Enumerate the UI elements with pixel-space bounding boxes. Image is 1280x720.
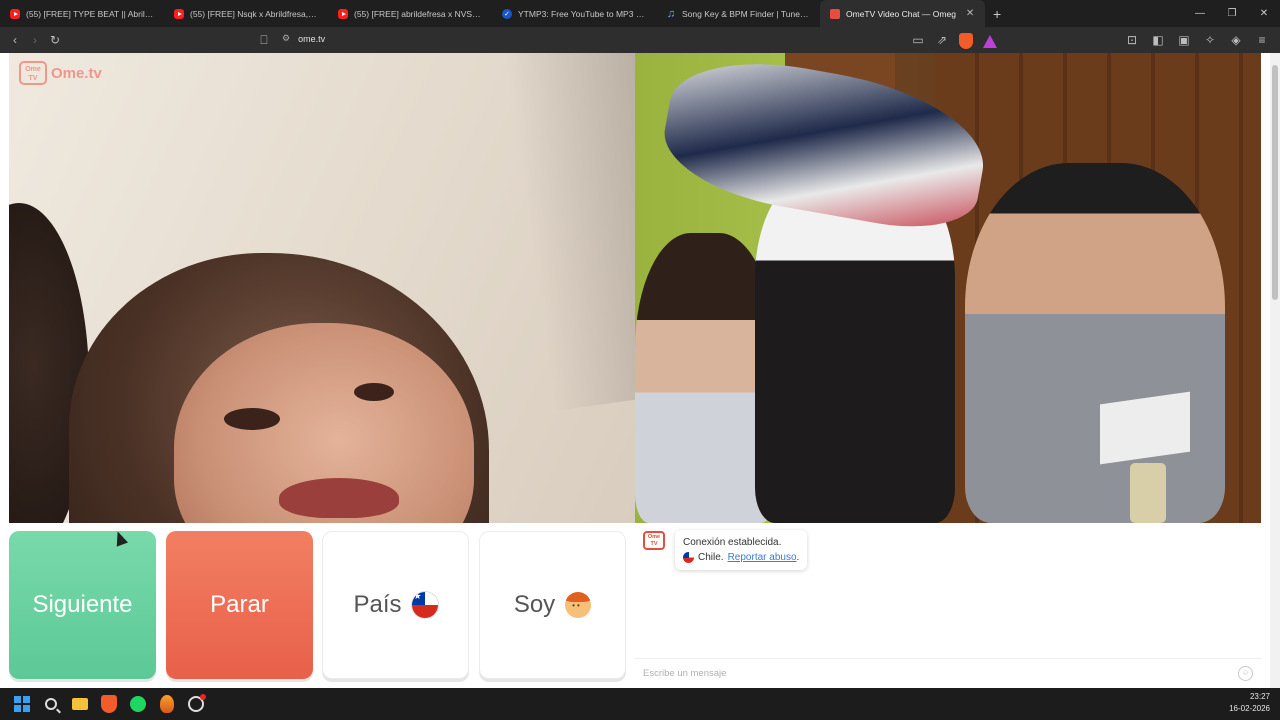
scrollbar-thumb[interactable] xyxy=(1272,65,1278,300)
stranger-country: Chile. xyxy=(698,552,724,563)
clock-date: 16-02-2026 xyxy=(1229,704,1270,713)
window-controls: — ❐ ✕ xyxy=(1184,0,1280,27)
fl-studio-icon xyxy=(159,695,174,713)
tab-title: OmeTV Video Chat — Omeg xyxy=(846,8,956,19)
brave-shields-icon[interactable] xyxy=(956,30,976,50)
toolbar-right: ⊡ ◧ ▣ ✧ ◈ ≡ xyxy=(1122,30,1272,50)
taskbar-obs[interactable] xyxy=(181,690,210,719)
ytmp3-icon xyxy=(502,8,512,19)
brave-icon xyxy=(100,695,117,713)
new-tab-button[interactable]: + xyxy=(985,6,1009,22)
taskbar-spotify[interactable] xyxy=(123,690,152,719)
tab-title: Song Key & BPM Finder | Tunebat xyxy=(682,8,810,19)
youtube-icon xyxy=(338,8,348,19)
cast-icon[interactable]: ▭ xyxy=(908,30,928,50)
windows-taskbar: 23:27 16-02-2026 xyxy=(0,688,1280,720)
back-icon[interactable]: ‹ xyxy=(5,30,25,50)
chat-panel: Ome TV Conexión establecida. Chile. Repo… xyxy=(635,523,1261,688)
brave-rewards-icon[interactable] xyxy=(980,30,1000,50)
search-icon xyxy=(44,698,57,710)
ometv-logo: Ome TV Ome.tv xyxy=(19,61,102,85)
ometv-chat-icon: Ome TV xyxy=(643,531,665,550)
taskbar-fl-studio[interactable] xyxy=(152,690,181,719)
next-button-label: Siguiente xyxy=(32,591,133,618)
spotify-icon xyxy=(129,696,146,712)
tab-youtube-1[interactable]: (55) [FREE] TYPE BEAT || Abrildefresa xyxy=(0,0,164,27)
tab-strip: (55) [FREE] TYPE BEAT || Abrildefresa (5… xyxy=(0,0,1280,27)
gender-button-label: Soy xyxy=(513,591,556,618)
toolbar-extensions: ▭ ⇗ xyxy=(908,30,1000,50)
logo-tv-icon: Ome TV xyxy=(19,61,47,85)
close-tab-icon[interactable]: ✕ xyxy=(966,8,974,19)
minimize-button[interactable]: — xyxy=(1184,8,1216,19)
stranger-video xyxy=(9,53,635,523)
obs-icon xyxy=(187,694,206,712)
share-icon[interactable]: ⇗ xyxy=(932,30,952,50)
music-note-icon: ♫ xyxy=(666,7,676,20)
logo-text: Ome.tv xyxy=(51,64,102,82)
clock-time: 23:27 xyxy=(1249,692,1270,701)
forward-icon[interactable]: › xyxy=(25,30,45,50)
next-button[interactable]: Siguiente xyxy=(9,531,156,679)
sidebar-icon[interactable]: ◧ xyxy=(1148,30,1168,50)
ometv-icon xyxy=(830,8,840,19)
youtube-icon xyxy=(174,8,184,19)
gender-button[interactable]: Soy xyxy=(479,531,626,679)
reload-icon[interactable]: ↻ xyxy=(45,30,65,50)
report-abuse-link[interactable]: Reportar abuso xyxy=(728,552,797,563)
taskbar-explorer[interactable] xyxy=(65,690,94,719)
country-button[interactable]: País xyxy=(322,531,469,679)
url-text: ome.tv xyxy=(298,33,326,44)
tab-ometv[interactable]: OmeTV Video Chat — Omeg ✕ xyxy=(820,0,985,27)
stop-button-label: Parar xyxy=(210,591,269,618)
browser-toolbar: ‹ › ↻ ⎕ ⚙ ome.tv ▭ ⇗ ⊡ ◧ ▣ ✧ ◈ ≡ xyxy=(0,27,1280,53)
folder-icon xyxy=(71,698,88,710)
page-scrollbar[interactable] xyxy=(1270,53,1280,688)
bookmark-icon[interactable]: ⎕ xyxy=(254,30,274,50)
site-info-icon[interactable]: ⚙ xyxy=(282,33,290,44)
menu-icon[interactable]: ≡ xyxy=(1252,30,1272,50)
system-clock[interactable]: 23:27 16-02-2026 xyxy=(1229,691,1270,715)
leo-ai-icon[interactable]: ✧ xyxy=(1200,30,1220,50)
start-button[interactable] xyxy=(7,690,36,719)
tab-tunebat[interactable]: ♫ Song Key & BPM Finder | Tunebat xyxy=(656,0,820,27)
vpn-shield-icon[interactable]: ◈ xyxy=(1226,30,1246,50)
tab-ytmp3[interactable]: YTMP3: Free YouTube to MP3 Conver xyxy=(492,0,656,27)
tab-title: (55) [FREE] TYPE BEAT || Abrildefresa xyxy=(26,8,154,19)
tab-title: (55) [FREE] abrildefresa x NVSCVR x C xyxy=(354,8,482,19)
taskbar-search[interactable] xyxy=(36,690,65,719)
country-button-label: País xyxy=(353,591,402,618)
close-window-button[interactable]: ✕ xyxy=(1248,8,1280,19)
boy-emoji-icon xyxy=(565,592,592,618)
youtube-icon xyxy=(10,8,20,19)
emoji-icon[interactable]: ☺ xyxy=(1238,666,1253,681)
chile-flag-icon xyxy=(411,592,438,618)
self-video xyxy=(635,53,1261,523)
tab-youtube-3[interactable]: (55) [FREE] abrildefresa x NVSCVR x C xyxy=(328,0,492,27)
tab-youtube-2[interactable]: (55) [FREE] Nsqk x Abrildfresa, Type B xyxy=(164,0,328,27)
restore-button[interactable]: ❐ xyxy=(1216,8,1248,19)
windows-icon xyxy=(13,696,30,712)
message-input[interactable] xyxy=(635,658,1261,688)
ometv-page: Ome TV Ome.tv Siguiente Parar País Soy O… xyxy=(0,53,1280,688)
tab-search-icon[interactable]: ⊡ xyxy=(1122,30,1142,50)
system-message: Conexión establecida. Chile. Reportar ab… xyxy=(675,530,808,570)
chile-flag-icon xyxy=(683,552,694,563)
tab-title: (55) [FREE] Nsqk x Abrildfresa, Type B xyxy=(190,8,318,19)
wallet-icon[interactable]: ▣ xyxy=(1174,30,1194,50)
connection-status: Conexión establecida. xyxy=(683,537,782,548)
taskbar-brave[interactable] xyxy=(94,690,123,719)
stop-button[interactable]: Parar xyxy=(166,531,313,679)
report-suffix: . xyxy=(796,552,800,563)
tab-title: YTMP3: Free YouTube to MP3 Conver xyxy=(518,8,646,19)
address-bar[interactable]: ⚙ ome.tv xyxy=(282,33,325,44)
